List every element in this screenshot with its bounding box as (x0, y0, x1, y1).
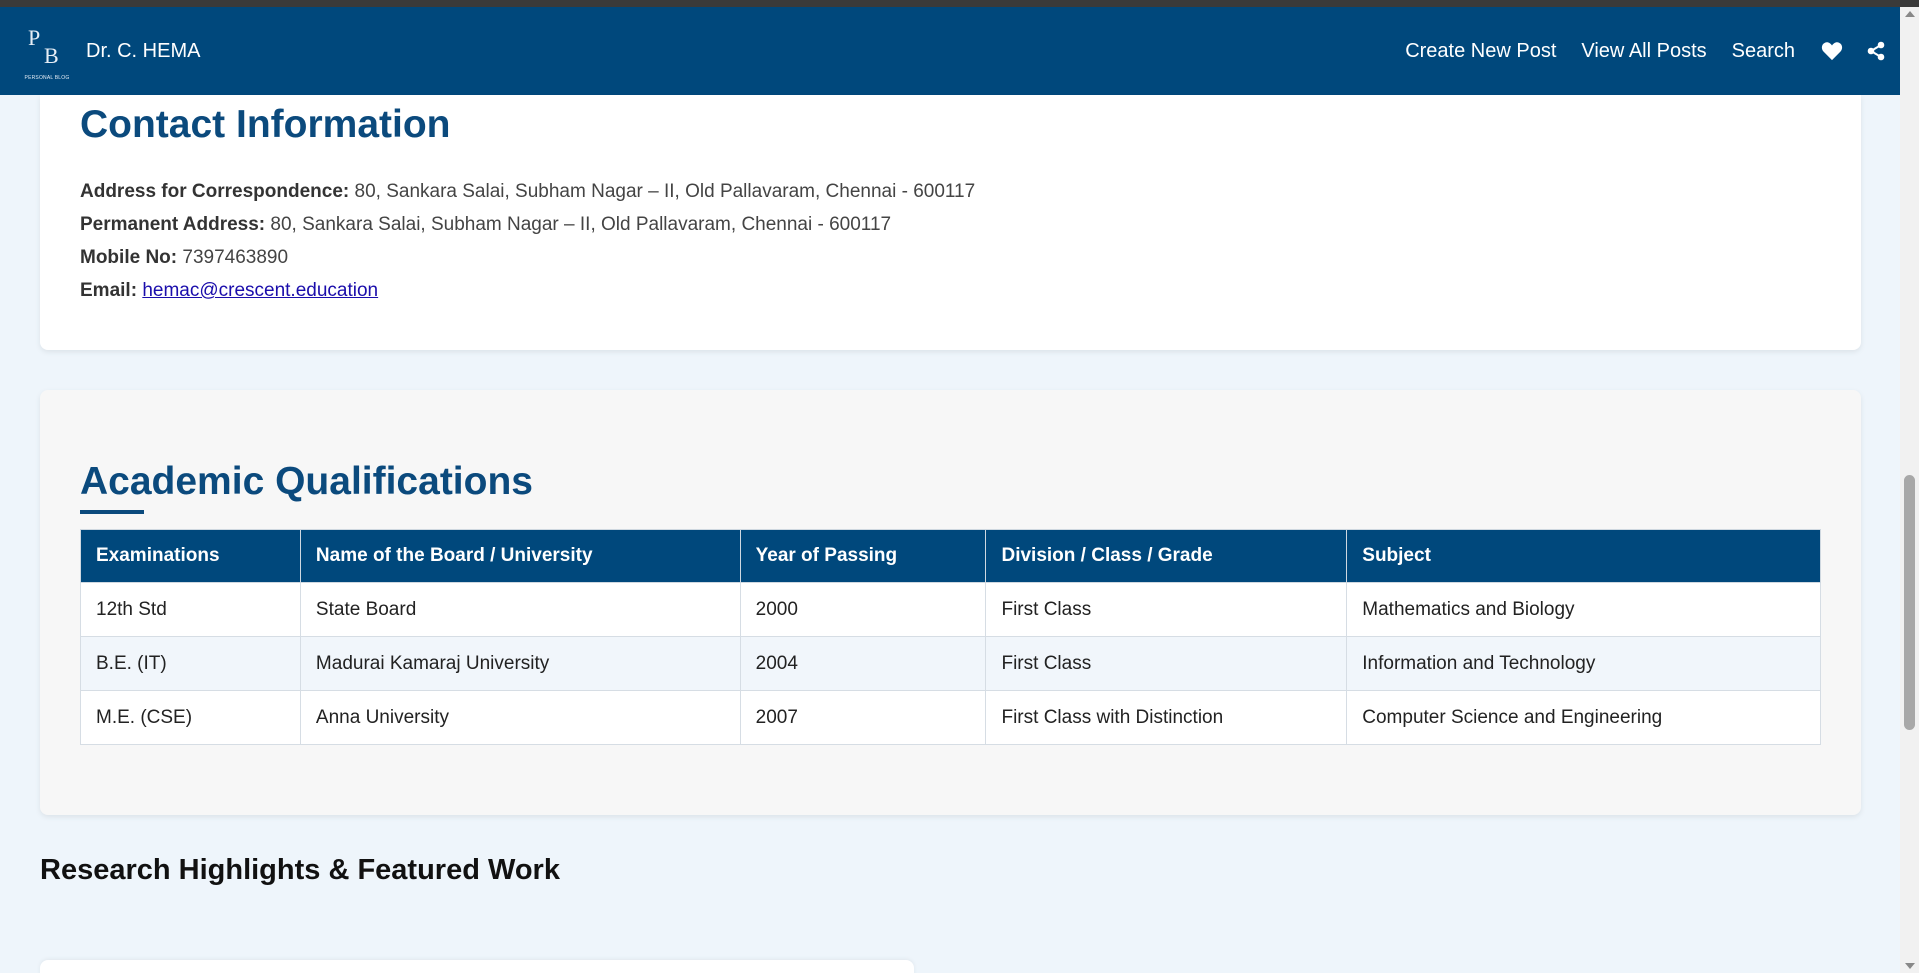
table-cell: M.E. (CSE) (80, 690, 301, 745)
table-cell: First Class (985, 636, 1348, 691)
scrollbar-thumb[interactable] (1904, 475, 1915, 730)
scroll-up-arrow-icon[interactable] (1905, 11, 1915, 17)
table-row: 12th Std State Board 2000 First Class Ma… (80, 582, 1821, 637)
header-board-university: Name of the Board / University (299, 529, 741, 583)
contact-details: Address for Correspondence: 80, Sankara … (80, 175, 975, 307)
email-link[interactable]: hemac@crescent.education (142, 280, 378, 301)
table-cell: State Board (299, 582, 741, 637)
table-row: B.E. (IT) Madurai Kamaraj University 200… (80, 636, 1821, 691)
top-navbar: P B PERSONAL BLOG Dr. C. HEMA Create New… (0, 7, 1900, 95)
table-cell: Madurai Kamaraj University (299, 636, 741, 691)
table-cell: 2000 (739, 582, 987, 637)
header-examinations: Examinations (80, 529, 301, 583)
table-cell: Information and Technology (1346, 636, 1821, 691)
title-underline (80, 510, 144, 514)
table-cell: First Class (985, 582, 1348, 637)
window-top-border (0, 0, 1919, 7)
address-value: 80, Sankara Salai, Subham Nagar – II, Ol… (354, 181, 976, 202)
header-division-class-grade: Division / Class / Grade (985, 529, 1348, 583)
logo-tagline: PERSONAL BLOG (24, 75, 70, 81)
header-subject: Subject (1346, 529, 1821, 583)
research-highlights-title: Research Highlights & Featured Work (40, 854, 560, 886)
academic-title: Academic Qualifications (80, 460, 533, 503)
logo-letter-p: P (28, 25, 41, 50)
table-row: M.E. (CSE) Anna University 2007 First Cl… (80, 690, 1821, 745)
address-label: Address for Correspondence: (80, 181, 350, 202)
permanent-address-line: Permanent Address: 80, Sankara Salai, Su… (80, 208, 975, 241)
contact-title: Contact Information (80, 103, 451, 146)
header-year-of-passing: Year of Passing (739, 529, 987, 583)
scroll-down-arrow-icon[interactable] (1905, 963, 1915, 969)
nav-menu: Create New Post View All Posts Search (1405, 39, 1888, 63)
address-line: Address for Correspondence: 80, Sankara … (80, 175, 975, 208)
nav-create-new-post[interactable]: Create New Post (1405, 40, 1556, 63)
table-cell: Computer Science and Engineering (1346, 690, 1821, 745)
share-icon[interactable] (1864, 39, 1888, 63)
nav-view-all-posts[interactable]: View All Posts (1581, 40, 1706, 63)
mobile-value: 7397463890 (182, 247, 289, 268)
academic-qualifications-card: Academic Qualifications Examinations Nam… (40, 390, 1861, 815)
permanent-address-label: Permanent Address: (80, 214, 266, 235)
page-scrollbar[interactable] (1900, 7, 1919, 973)
email-label: Email: (80, 280, 138, 301)
personal-blog-logo[interactable]: P B PERSONAL BLOG (22, 21, 72, 81)
table-cell: 2004 (739, 636, 987, 691)
qualifications-table: Examinations Name of the Board / Univers… (80, 529, 1821, 745)
table-cell: B.E. (IT) (80, 636, 301, 691)
mobile-line: Mobile No: 7397463890 (80, 241, 975, 274)
table-cell: 2007 (739, 690, 987, 745)
table-header-row: Examinations Name of the Board / Univers… (80, 529, 1821, 583)
site-brand[interactable]: Dr. C. HEMA (86, 40, 200, 63)
logo-letter-b: B (44, 43, 59, 68)
featured-work-card[interactable] (40, 960, 914, 973)
table-cell: 12th Std (80, 582, 301, 637)
mobile-label: Mobile No: (80, 247, 178, 268)
table-cell: Anna University (299, 690, 741, 745)
permanent-address-value: 80, Sankara Salai, Subham Nagar – II, Ol… (270, 214, 892, 235)
email-line: Email: hemac@crescent.education (80, 274, 975, 307)
contact-information-card: Contact Information Address for Correspo… (40, 95, 1861, 350)
nav-search[interactable]: Search (1732, 40, 1795, 63)
table-cell: First Class with Distinction (985, 690, 1348, 745)
table-cell: Mathematics and Biology (1346, 582, 1821, 637)
heart-icon[interactable] (1820, 39, 1844, 63)
